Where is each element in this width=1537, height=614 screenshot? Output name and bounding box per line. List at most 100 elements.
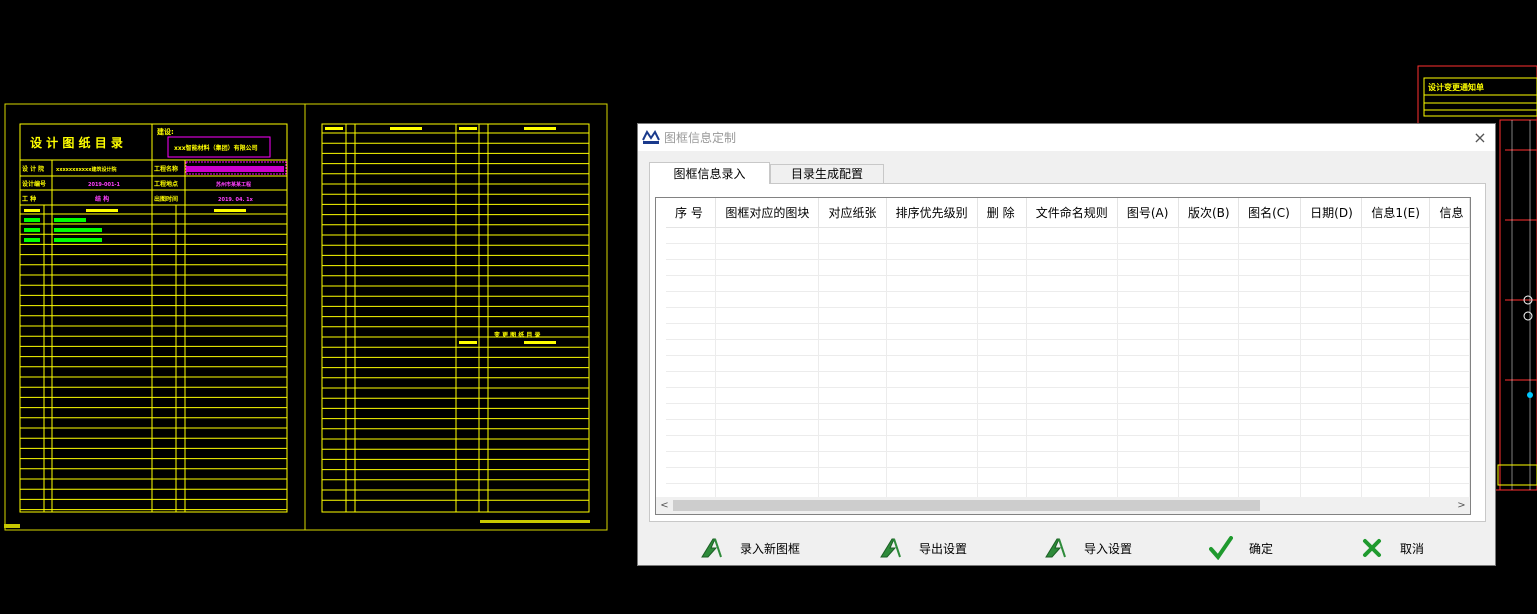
table-cell[interactable]: [1429, 371, 1470, 388]
table-cell[interactable]: [1361, 307, 1431, 324]
table-cell[interactable]: [1429, 387, 1470, 404]
table-cell[interactable]: [1178, 227, 1240, 244]
table-cell[interactable]: [715, 451, 820, 468]
table-cell[interactable]: [1429, 467, 1470, 484]
table-cell[interactable]: [1026, 419, 1118, 436]
table-cell[interactable]: [666, 387, 717, 404]
close-button[interactable]: ×: [1465, 124, 1495, 151]
table-cell[interactable]: [1117, 323, 1179, 340]
table-cell[interactable]: [1238, 435, 1302, 452]
table-cell[interactable]: [977, 419, 1027, 436]
table-cell[interactable]: [666, 323, 717, 340]
table-cell[interactable]: [1300, 339, 1363, 356]
col-header-drawing-no[interactable]: 图号(A): [1117, 198, 1179, 228]
table-cell[interactable]: [886, 243, 978, 260]
table-cell[interactable]: [886, 387, 978, 404]
table-cell[interactable]: [1361, 291, 1431, 308]
table-cell[interactable]: [1300, 259, 1363, 276]
table-cell[interactable]: [818, 275, 887, 292]
table-cell[interactable]: [666, 259, 717, 276]
table-cell[interactable]: [977, 323, 1027, 340]
table-cell[interactable]: [1429, 291, 1470, 308]
table-cell[interactable]: [666, 275, 717, 292]
scroll-right-arrow[interactable]: >: [1453, 497, 1470, 514]
table-cell[interactable]: [1178, 323, 1240, 340]
table-cell[interactable]: [1117, 307, 1179, 324]
table-cell[interactable]: [666, 435, 717, 452]
table-cell[interactable]: [715, 403, 820, 420]
table-row[interactable]: [666, 387, 1470, 404]
table-cell[interactable]: [1429, 451, 1470, 468]
table-cell[interactable]: [1026, 259, 1118, 276]
table-cell[interactable]: [818, 259, 887, 276]
col-header-sort-priority[interactable]: 排序优先级别: [886, 198, 978, 228]
table-cell[interactable]: [1300, 435, 1363, 452]
table-cell[interactable]: [1117, 451, 1179, 468]
table-cell[interactable]: [1361, 435, 1431, 452]
table-cell[interactable]: [818, 355, 887, 372]
table-cell[interactable]: [886, 435, 978, 452]
import-settings-button[interactable]: 导入设置: [1044, 534, 1132, 562]
table-cell[interactable]: [1429, 355, 1470, 372]
table-cell[interactable]: [1178, 435, 1240, 452]
table-cell[interactable]: [1361, 243, 1431, 260]
table-cell[interactable]: [1361, 403, 1431, 420]
table-cell[interactable]: [666, 307, 717, 324]
table-cell[interactable]: [818, 371, 887, 388]
table-row[interactable]: [666, 403, 1470, 420]
table-cell[interactable]: [1300, 451, 1363, 468]
table-cell[interactable]: [715, 323, 820, 340]
table-cell[interactable]: [1429, 339, 1470, 356]
table-cell[interactable]: [1026, 435, 1118, 452]
table-cell[interactable]: [818, 243, 887, 260]
add-frame-button[interactable]: 录入新图框: [700, 534, 800, 562]
table-cell[interactable]: [886, 275, 978, 292]
table-row[interactable]: [666, 291, 1470, 308]
table-cell[interactable]: [977, 227, 1027, 244]
table-cell[interactable]: [1361, 275, 1431, 292]
table-cell[interactable]: [886, 291, 978, 308]
table-cell[interactable]: [715, 307, 820, 324]
table-row[interactable]: [666, 243, 1470, 260]
table-cell[interactable]: [818, 227, 887, 244]
table-cell[interactable]: [1300, 387, 1363, 404]
col-header-index[interactable]: 序 号: [666, 198, 717, 228]
table-cell[interactable]: [886, 451, 978, 468]
table-cell[interactable]: [715, 467, 820, 484]
table-cell[interactable]: [977, 243, 1027, 260]
table-cell[interactable]: [1117, 355, 1179, 372]
table-cell[interactable]: [977, 275, 1027, 292]
table-cell[interactable]: [977, 307, 1027, 324]
export-settings-button[interactable]: 导出设置: [879, 534, 967, 562]
col-header-paper[interactable]: 对应纸张: [818, 198, 887, 228]
cancel-button[interactable]: 取消: [1360, 534, 1424, 562]
table-cell[interactable]: [1429, 323, 1470, 340]
table-cell[interactable]: [977, 371, 1027, 388]
tab-catalog-config[interactable]: 目录生成配置: [770, 164, 884, 183]
table-cell[interactable]: [715, 371, 820, 388]
table-row[interactable]: [666, 419, 1470, 436]
table-cell[interactable]: [666, 243, 717, 260]
table-cell[interactable]: [1026, 371, 1118, 388]
table-cell[interactable]: [1238, 355, 1302, 372]
table-cell[interactable]: [1361, 371, 1431, 388]
table-cell[interactable]: [818, 451, 887, 468]
table-cell[interactable]: [886, 371, 978, 388]
table-cell[interactable]: [1300, 467, 1363, 484]
table-row[interactable]: [666, 259, 1470, 276]
table-cell[interactable]: [1238, 339, 1302, 356]
table-cell[interactable]: [1238, 275, 1302, 292]
table-cell[interactable]: [818, 339, 887, 356]
table-cell[interactable]: [1300, 323, 1363, 340]
table-cell[interactable]: [666, 355, 717, 372]
table-cell[interactable]: [818, 387, 887, 404]
table-cell[interactable]: [1300, 291, 1363, 308]
table-cell[interactable]: [1178, 387, 1240, 404]
table-cell[interactable]: [1117, 339, 1179, 356]
table-cell[interactable]: [1026, 227, 1118, 244]
table-cell[interactable]: [1300, 403, 1363, 420]
table-cell[interactable]: [886, 403, 978, 420]
table-cell[interactable]: [666, 451, 717, 468]
table-cell[interactable]: [1178, 275, 1240, 292]
table-cell[interactable]: [1238, 259, 1302, 276]
